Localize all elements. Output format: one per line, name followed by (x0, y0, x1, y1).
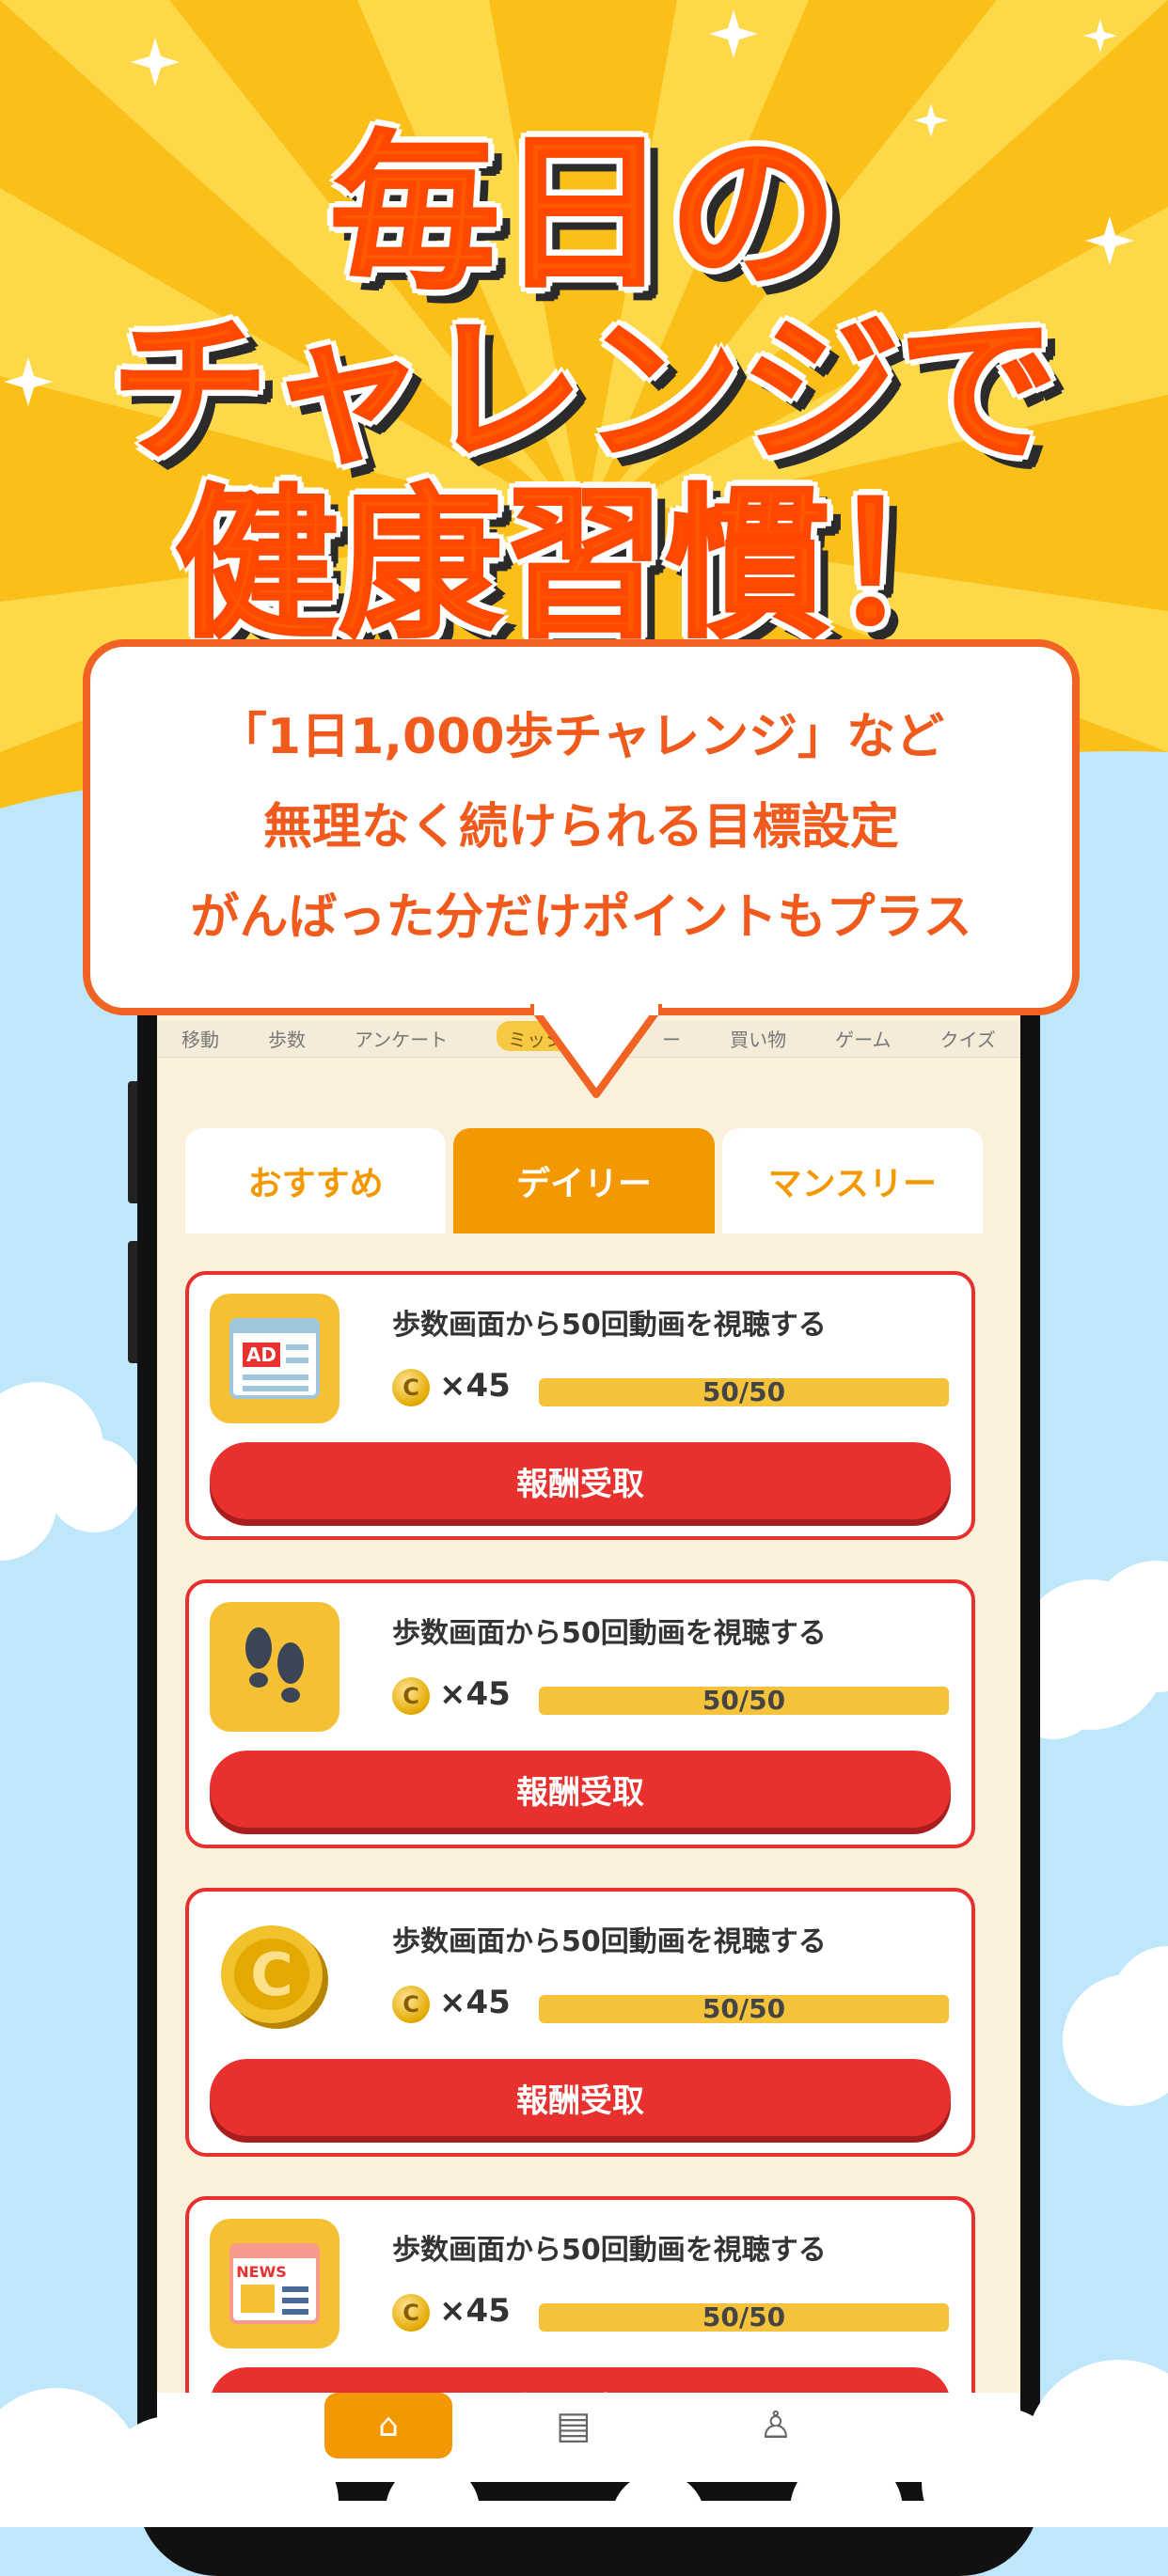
nav-item-shopping[interactable]: 買い物 (730, 1021, 786, 1057)
coin-icon: C (392, 2294, 430, 2332)
bubble-line-1: 「1日1,000歩チャレンジ」など (217, 709, 945, 765)
speech-bubble: 「1日1,000歩チャレンジ」など 無理なく続けられる目標設定 がんばった分だけ… (83, 639, 1080, 1015)
tab-recommended[interactable]: おすすめ (185, 1128, 447, 1233)
mission-card: AD 歩数画面から50回動画を視聴する C ×45 50/50 報酬受取 (185, 1271, 975, 1540)
app-screen: 移動 歩数 アンケート ミッション ー 買い物 ゲーム クイズ おすすめ デイリ… (157, 940, 1020, 2482)
mission-title: 歩数画面から50回動画を視聴する (392, 2234, 827, 2267)
nav-item-hidden[interactable]: ー (662, 1021, 681, 1057)
claim-reward-button[interactable]: 報酬受取 (210, 1751, 951, 1828)
progress-bar: 50/50 (539, 1687, 949, 1715)
bubble-line-2: 無理なく続けられる目標設定 (262, 799, 899, 856)
coin-icon: C (210, 1910, 339, 2040)
mission-tabs: おすすめ デイリー マンスリー (185, 1128, 983, 1233)
nav-item-survey[interactable]: アンケート (355, 1021, 448, 1057)
progress-text: 50/50 (702, 1685, 786, 1716)
mission-title: 歩数画面から50回動画を視聴する (392, 1617, 827, 1650)
progress-bar: 50/50 (539, 1378, 949, 1406)
footprints-icon (210, 1602, 339, 1732)
mission-title: 歩数画面から50回動画を視聴する (392, 1925, 827, 1958)
coin-icon: C (392, 1986, 430, 2023)
coin-symbol: C (250, 1940, 293, 2009)
foreground-clouds (0, 2360, 1168, 2527)
nav-item-game[interactable]: ゲーム (835, 1021, 891, 1057)
nav-item-steps[interactable]: 歩数 (268, 1021, 306, 1057)
progress-text: 50/50 (702, 1376, 786, 1407)
mission-reward: ×45 (439, 2292, 511, 2330)
claim-reward-button[interactable]: 報酬受取 (210, 2059, 951, 2136)
coin-icon: C (392, 1677, 430, 1715)
tab-daily[interactable]: デイリー (453, 1128, 715, 1233)
bubble-line-3: がんばった分だけポイントもプラス (190, 889, 972, 946)
news-icon-text: NEWS (236, 2263, 287, 2281)
progress-bar: 50/50 (539, 1995, 949, 2023)
mission-reward: ×45 (439, 1675, 511, 1713)
news-icon: NEWS (210, 2219, 339, 2348)
mission-card: C 歩数画面から50回動画を視聴する C ×45 50/50 報酬受取 (185, 1888, 975, 2157)
mission-title: 歩数画面から50回動画を視聴する (392, 1309, 827, 1342)
progress-bar: 50/50 (539, 2303, 949, 2332)
speech-bubble-tail (530, 1004, 662, 1098)
nav-item-move[interactable]: 移動 (182, 1021, 219, 1057)
ad-icon: AD (210, 1294, 339, 1423)
tab-monthly[interactable]: マンスリー (721, 1128, 983, 1233)
headline-line-3: 健康習慣！ (173, 469, 994, 663)
nav-item-quiz[interactable]: クイズ (939, 1021, 995, 1057)
coin-icon: C (392, 1369, 430, 1406)
progress-text: 50/50 (702, 1993, 786, 2024)
progress-text: 50/50 (702, 2301, 786, 2333)
ad-icon-text: AD (246, 1343, 276, 1366)
mission-reward: ×45 (439, 1984, 511, 2021)
mission-card: 歩数画面から50回動画を視聴する C ×45 50/50 報酬受取 (185, 1579, 975, 1848)
mission-reward: ×45 (439, 1367, 511, 1405)
claim-reward-button[interactable]: 報酬受取 (210, 1442, 951, 1519)
